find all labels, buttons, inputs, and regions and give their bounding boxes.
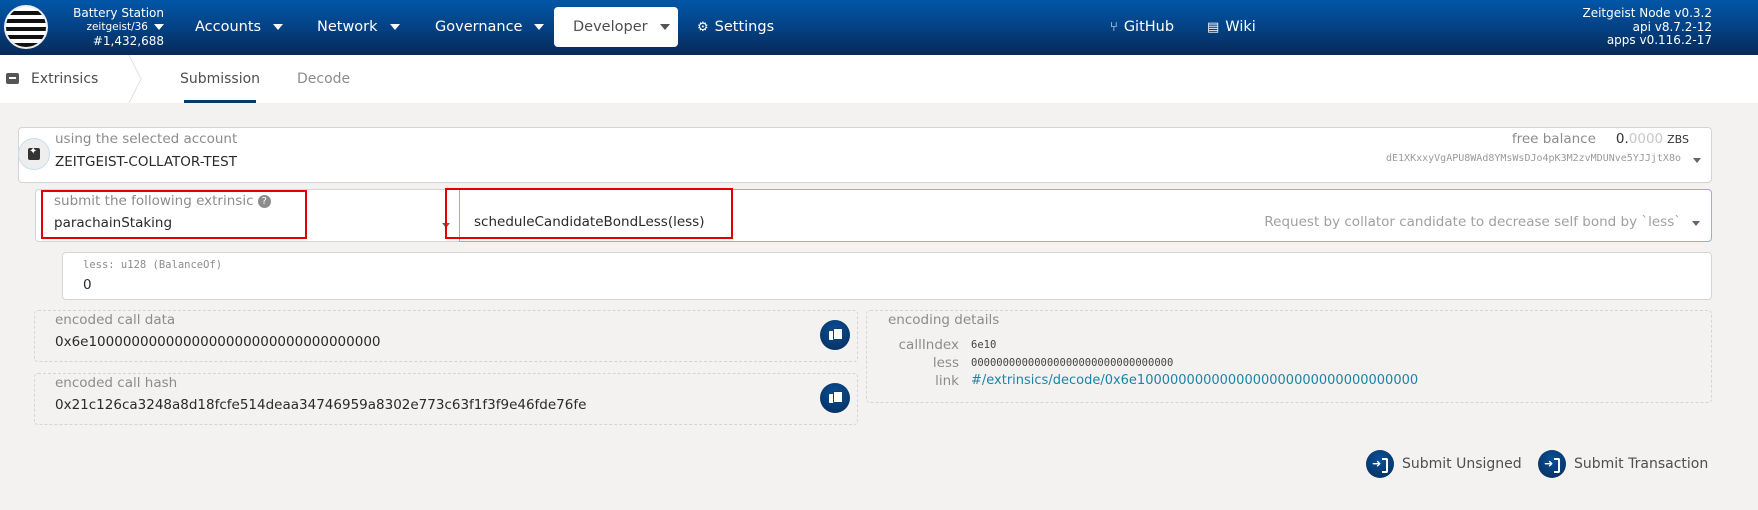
copy-call-hash-button[interactable] [820, 383, 850, 413]
copy-call-data-button[interactable] [820, 320, 850, 350]
help-icon[interactable]: ? [257, 195, 271, 208]
sign-in-icon [1366, 450, 1394, 478]
tab-submission-label: Submission [179, 71, 261, 87]
section-extrinsics: Extrinsics [6, 55, 98, 103]
sub-navigation: Extrinsics Submission Decode [0, 55, 1758, 103]
free-balance: free balance 0.0000 ZBS [1512, 131, 1689, 147]
link-key: link [935, 373, 959, 389]
nav-accounts-label: Accounts [195, 19, 262, 35]
submit-transaction-button[interactable]: Submit Transaction [1538, 450, 1708, 478]
best-block: #1,432,688 [92, 34, 164, 48]
code-branch-icon: ⑂ [1110, 20, 1118, 35]
pallet-selector[interactable]: submit the following extrinsic ? paracha… [35, 189, 459, 242]
method-value: scheduleCandidateBondLess(less) [474, 214, 705, 230]
api-version: api v8.7.2-12 [1632, 19, 1712, 34]
callindex-key: callIndex [898, 337, 959, 353]
link-github[interactable]: ⑂ GitHub [1110, 7, 1174, 47]
apps-version: apps v0.116.2-17 [1606, 33, 1712, 47]
account-label: using the selected account [55, 131, 238, 147]
nav-governance-label: Governance [435, 19, 523, 35]
link-wiki[interactable]: ▤ Wiki [1207, 7, 1256, 47]
chevron-down-icon [1692, 221, 1700, 226]
extrinsic-label: submit the following extrinsic ? [54, 193, 271, 209]
chain-spec: zeitgeist/36 [86, 21, 148, 33]
nav-settings-label: Settings [714, 19, 775, 35]
account-identicon[interactable] [18, 138, 50, 170]
less-value: 00000000000000000000000000000000 [971, 357, 1174, 369]
method-selector[interactable]: scheduleCandidateBondLess(less) Request … [459, 189, 1712, 242]
account-address: dE1XKxxyVgAPU8WAd8YMsWsDJo4pK3M2zvMDUNve… [1385, 153, 1681, 164]
chevron-down-icon [442, 223, 450, 228]
balance-integer: 0. [1615, 131, 1629, 147]
extrinsic-label-text: submit the following extrinsic [54, 193, 254, 209]
chevron-down-icon [534, 24, 545, 30]
less-key: less [932, 355, 959, 371]
decode-link[interactable]: #/extrinsics/decode/0x6e1000000000000000… [971, 373, 1418, 388]
tab-submission[interactable]: Submission [169, 55, 271, 103]
tab-decode-label: Decode [297, 71, 351, 87]
nav-accounts[interactable]: Accounts [195, 7, 284, 47]
submit-unsigned-label: Submit Unsigned [1402, 456, 1522, 472]
section-title: Extrinsics [31, 71, 99, 87]
top-nav-bar: Battery Station zeitgeist/36 #1,432,688 … [0, 0, 1758, 55]
nav-developer[interactable]: Developer [554, 7, 678, 47]
encoding-details: encoding details callIndex 6e10 less 000… [866, 310, 1712, 403]
gears-icon: ⚙ [697, 20, 709, 35]
nav-settings[interactable]: ⚙ Settings [697, 7, 774, 47]
sign-in-icon [1538, 450, 1566, 478]
nav-network-label: Network [317, 19, 378, 35]
chevron-down-icon [1693, 158, 1701, 163]
balance-decimals: 0000 [1628, 131, 1664, 147]
submit-transaction-label: Submit Transaction [1574, 456, 1709, 472]
free-balance-label: free balance [1511, 131, 1596, 147]
method-description: Request by collator candidate to decreas… [1264, 214, 1681, 230]
pallet-value: parachainStaking [54, 215, 173, 231]
node-version: Zeitgeist Node v0.3.2 [1582, 6, 1712, 20]
encoded-call-data-label: encoded call data [55, 312, 176, 328]
chevron-down-icon [154, 24, 164, 30]
callindex-value: 6e10 [971, 339, 997, 351]
envelope-icon [6, 73, 19, 84]
github-label: GitHub [1123, 19, 1175, 35]
param-less-input[interactable]: less: u128 (BalanceOf) 0 [62, 252, 1712, 300]
encoded-call-hash-value: 0x21c126ca3248a8d18fcfe514deaa34746959a8… [55, 397, 587, 413]
account-selector[interactable]: using the selected account ZEITGEIST-COL… [18, 127, 1712, 183]
chevron-down-icon [659, 24, 670, 30]
chain-selector[interactable]: Battery Station zeitgeist/36 #1,432,688 [54, 6, 164, 48]
chain-logo[interactable] [4, 5, 48, 49]
chain-name: Battery Station [73, 6, 164, 20]
submit-unsigned-button[interactable]: Submit Unsigned [1366, 450, 1522, 478]
encoded-call-hash-label: encoded call hash [55, 375, 178, 391]
tab-decode[interactable]: Decode [297, 55, 350, 103]
chevron-down-icon [273, 24, 284, 30]
encoded-call-data-value: 0x6e1000000000000000000000000000000000 [55, 334, 381, 350]
nav-governance[interactable]: Governance [435, 7, 545, 47]
encoded-call-data: encoded call data 0x6e100000000000000000… [34, 310, 858, 362]
account-name: ZEITGEIST-COLLATOR-TEST [55, 154, 237, 170]
encoding-details-label: encoding details [888, 312, 1000, 328]
breadcrumb-divider [128, 55, 142, 103]
active-tab-indicator [184, 100, 256, 103]
book-icon: ▤ [1207, 20, 1220, 35]
wiki-label: Wiki [1225, 19, 1256, 35]
param-label: less: u128 (BalanceOf) [83, 259, 223, 271]
nav-network[interactable]: Network [317, 7, 400, 47]
encoded-call-hash: encoded call hash 0x21c126ca3248a8d18fcf… [34, 373, 858, 425]
param-value[interactable]: 0 [83, 277, 92, 293]
node-info: Zeitgeist Node v0.3.2 api v8.7.2-12 apps… [1582, 6, 1712, 48]
balance-unit: ZBS [1667, 133, 1689, 146]
chevron-down-icon [389, 24, 400, 30]
nav-developer-label: Developer [573, 19, 648, 35]
